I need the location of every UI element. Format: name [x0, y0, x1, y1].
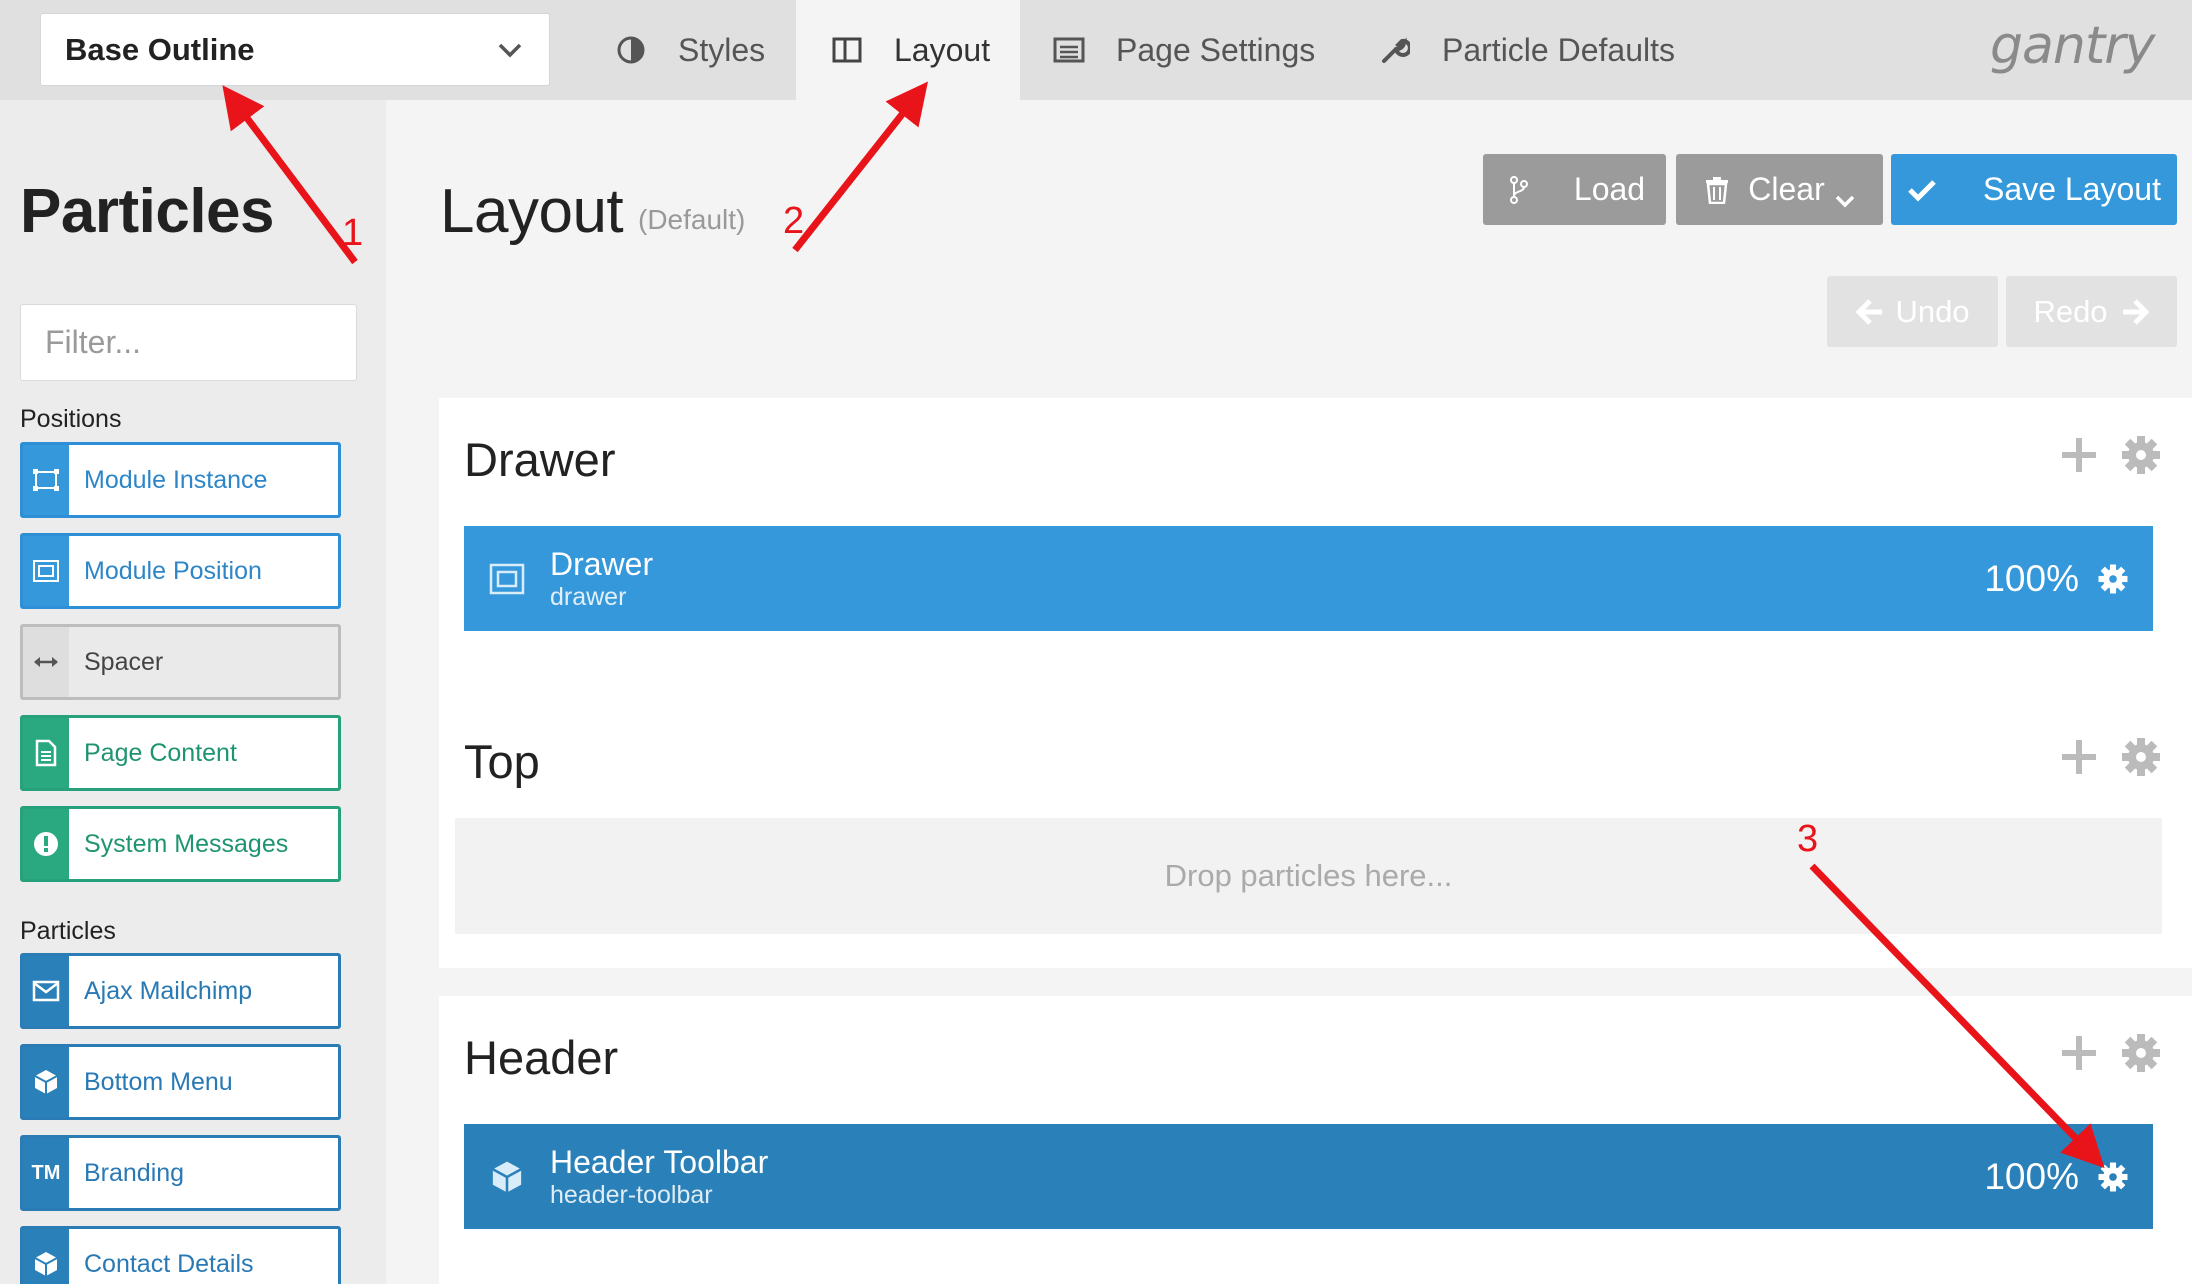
check-icon — [1907, 175, 1937, 205]
wrench-icon — [1378, 33, 1412, 67]
list-window-icon — [1052, 33, 1086, 67]
dropzone[interactable]: Drop particles here... — [455, 818, 2162, 934]
particle-item-ajax-mailchimp[interactable]: Ajax Mailchimp — [20, 953, 341, 1029]
section-top: Top Drop particles here... — [439, 700, 2192, 968]
particle-item-label: System Messages — [84, 829, 289, 858]
annotation-number-2: 2 — [783, 200, 805, 242]
plus-icon[interactable] — [2060, 1034, 2098, 1072]
tab-page-settings[interactable]: Page Settings — [1052, 0, 1315, 100]
tab-label: Styles — [678, 31, 766, 68]
envelope-icon — [23, 956, 69, 1026]
particle-item-label: Module Position — [84, 556, 262, 585]
gear-icon[interactable] — [2097, 563, 2129, 595]
particle-item-system-messages[interactable]: System Messages — [20, 806, 341, 882]
particle-item-page-content[interactable]: Page Content — [20, 715, 341, 791]
particle-item-label: Spacer — [84, 647, 164, 676]
load-label: Load — [1573, 171, 1646, 207]
particles-sidebar: Particles Positions Module Instance Modu… — [0, 100, 492, 1284]
particle-id: drawer — [550, 582, 627, 611]
cube-icon — [488, 1158, 526, 1196]
particle-item-branding[interactable]: TM Branding — [20, 1135, 341, 1211]
top-bar: Base Outline Styles Layout Page Settings… — [0, 0, 2192, 100]
exclamation-icon — [23, 809, 69, 879]
half-circle-icon — [614, 33, 648, 67]
particle-item-module-instance[interactable]: Module Instance — [20, 442, 341, 518]
branch-icon — [1504, 175, 1534, 205]
gear-icon[interactable] — [2120, 1032, 2162, 1074]
gantry-logo: gantry — [1990, 16, 2155, 76]
chevron-down-icon — [495, 35, 525, 65]
tab-label: Particle Defaults — [1442, 31, 1675, 68]
load-button[interactable]: Load — [1483, 154, 1666, 225]
chevron-down-icon — [1835, 179, 1857, 207]
module-instance-icon — [23, 445, 69, 515]
tab-layout[interactable]: Layout — [796, 0, 1020, 100]
particle-name: Drawer — [550, 545, 654, 582]
particle-item-bottom-menu[interactable]: Bottom Menu — [20, 1044, 341, 1120]
save-layout-button[interactable]: Save Layout — [1891, 154, 2177, 225]
outline-select[interactable]: Base Outline — [40, 13, 550, 86]
filter-box — [20, 304, 492, 381]
trash-icon — [1702, 175, 1732, 205]
arrows-horizontal-icon — [23, 627, 69, 697]
cube-icon — [23, 1229, 69, 1284]
tab-label: Layout — [894, 31, 991, 68]
arrow-right-icon — [2120, 297, 2150, 327]
page-title: Layout — [440, 177, 624, 246]
group-label-positions: Positions — [20, 405, 122, 433]
group-label-particles: Particles — [20, 917, 116, 945]
page-subtitle: (Default) — [638, 204, 746, 235]
particle-item-label: Contact Details — [84, 1249, 254, 1278]
gear-icon[interactable] — [2120, 434, 2162, 476]
annotation-number-1: 1 — [342, 212, 364, 254]
undo-label: Undo — [1895, 293, 1970, 329]
section-header: Header Header Toolbar header-toolbar 100… — [439, 996, 2192, 1284]
layout-main: Layout (Default) Load Clear Save Layout … — [386, 100, 2192, 1284]
clear-button[interactable]: Clear — [1676, 154, 1883, 225]
section-title: Top — [464, 735, 540, 788]
arrow-left-icon — [1855, 297, 1885, 327]
sidebar-title: Particles — [20, 177, 275, 246]
particle-width: 100% — [1984, 1155, 2079, 1197]
cube-icon — [23, 1047, 69, 1117]
plus-icon[interactable] — [2060, 738, 2098, 776]
plus-icon[interactable] — [2060, 436, 2098, 474]
redo-label: Redo — [2033, 293, 2108, 329]
undo-button[interactable]: Undo — [1827, 276, 1998, 347]
columns-icon — [830, 33, 864, 67]
gear-icon[interactable] — [2097, 1161, 2129, 1193]
particle-name: Header Toolbar — [550, 1143, 769, 1180]
particle-item-contact-details[interactable]: Contact Details — [20, 1226, 341, 1284]
particle-item-module-position[interactable]: Module Position — [20, 533, 341, 609]
particle-id: header-toolbar — [550, 1180, 713, 1209]
particle-item-label: Bottom Menu — [84, 1067, 233, 1096]
tab-particle-defaults[interactable]: Particle Defaults — [1378, 0, 1675, 100]
particle-item-label: Ajax Mailchimp — [84, 976, 253, 1005]
tm-icon: TM — [23, 1138, 69, 1208]
outline-select-value: Base Outline — [65, 31, 255, 67]
particle-item-label: Page Content — [84, 738, 237, 767]
particle-item-label: Module Instance — [84, 465, 268, 494]
particle-width: 100% — [1984, 557, 2079, 599]
section-title: Header — [464, 1031, 619, 1084]
particle-item-label: Branding — [84, 1158, 185, 1187]
module-position-icon — [488, 560, 526, 598]
particle-item-spacer[interactable]: Spacer — [20, 624, 341, 700]
module-position-icon — [23, 536, 69, 606]
particle-block-drawer[interactable]: Drawer drawer 100% — [464, 526, 2153, 631]
document-icon — [23, 718, 69, 788]
clear-label: Clear — [1748, 171, 1825, 207]
annotation-number-3: 3 — [1797, 818, 1819, 860]
gear-icon[interactable] — [2120, 736, 2162, 778]
redo-button[interactable]: Redo — [2006, 276, 2177, 347]
tab-styles[interactable]: Styles — [614, 0, 765, 100]
tab-label: Page Settings — [1116, 31, 1316, 68]
section-title: Drawer — [464, 433, 616, 486]
particle-block-header-toolbar[interactable]: Header Toolbar header-toolbar 100% — [464, 1124, 2153, 1229]
save-label: Save Layout — [1983, 171, 2161, 207]
